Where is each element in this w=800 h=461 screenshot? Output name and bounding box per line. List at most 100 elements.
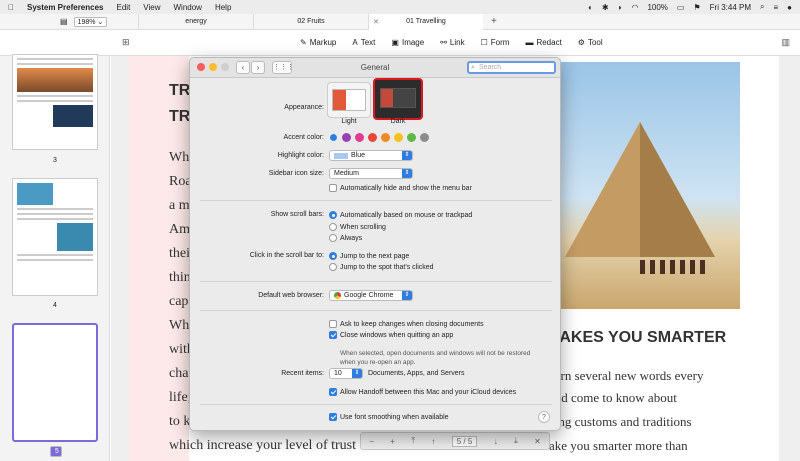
appearance-light-label: Light — [341, 118, 357, 125]
markup-button[interactable]: ✎ Markup — [300, 38, 336, 47]
page-thumbnail[interactable] — [12, 54, 98, 150]
scroll-when-scrolling-option[interactable]: When scrolling — [329, 223, 386, 231]
accent-orange-swatch[interactable] — [381, 133, 390, 142]
scroll-auto-option[interactable]: Automatically based on mouse or trackpad — [329, 211, 472, 219]
menu-view[interactable]: View — [143, 3, 160, 12]
page-separator: / — [463, 436, 466, 446]
jump-spot-radio[interactable] — [329, 263, 337, 271]
default-browser-select[interactable]: Google Chrome ⇕ — [329, 290, 413, 301]
form-button[interactable]: ☐ Form — [481, 38, 510, 47]
handoff-checkbox[interactable] — [329, 388, 337, 396]
ask-keep-changes-checkbox[interactable] — [329, 320, 337, 328]
close-windows-checkbox[interactable] — [329, 331, 337, 339]
markup-label: Markup — [309, 38, 337, 47]
doc-heading: TR — [169, 108, 191, 125]
form-icon: ☐ — [480, 38, 488, 47]
right-panel-icon[interactable]: ▥ — [781, 37, 790, 48]
accent-purple-swatch[interactable] — [342, 133, 351, 142]
zoom-out-icon[interactable]: − — [369, 437, 374, 446]
close-nav-icon[interactable]: ✕ — [534, 437, 541, 446]
divider — [200, 404, 552, 405]
status-icon[interactable]: ◐ — [588, 3, 593, 12]
doc-line: cha — [169, 366, 189, 381]
page-input[interactable]: 5 / 5 — [451, 435, 478, 447]
close-tab-icon[interactable]: ✕ — [373, 18, 379, 26]
thumbnail-sidebar: 3 4 5 — [0, 54, 110, 461]
jump-next-page-radio[interactable] — [329, 252, 337, 260]
tab-fruits[interactable]: 02 Fruits — [253, 13, 368, 30]
flag-icon[interactable]: ⚑ — [693, 3, 700, 12]
menu-bar:  System Preferences Edit View Window He… — [0, 0, 800, 14]
accent-red-swatch[interactable] — [368, 133, 377, 142]
jump-next-page-option[interactable]: Jump to the next page — [329, 252, 409, 260]
doc-line: a m — [169, 198, 190, 213]
scroll-always-option[interactable]: Always — [329, 234, 362, 242]
ask-keep-changes-row[interactable]: Ask to keep changes when closing documen… — [329, 320, 484, 328]
close-windows-row[interactable]: Close windows when quitting an app — [329, 331, 453, 339]
default-browser-label: Default web browser: — [258, 292, 324, 299]
accent-green-swatch[interactable] — [407, 133, 416, 142]
accent-blue-swatch[interactable] — [329, 133, 338, 142]
clock[interactable]: Fri 3:44 PM — [710, 3, 751, 12]
search-spotlight-icon[interactable]: ⌕ — [760, 2, 764, 12]
apple-menu-icon[interactable]:  — [8, 3, 14, 12]
jump-next-page-label: Jump to the next page — [340, 252, 410, 260]
tab-travelling[interactable]: ✕ 01 Travelling — [368, 13, 483, 30]
highlight-color-select[interactable]: Blue ⇕ — [329, 150, 413, 161]
menu-app-name[interactable]: System Preferences — [27, 3, 104, 12]
chevron-updown-icon: ⇕ — [402, 169, 412, 178]
accent-pink-swatch[interactable] — [355, 133, 364, 142]
battery-percent[interactable]: 100% — [647, 3, 667, 12]
text-button[interactable]: A Text — [352, 38, 375, 47]
scroll-auto-radio[interactable] — [329, 211, 337, 219]
sidebar-toggle-icon[interactable]: ▤ — [60, 17, 68, 26]
scroll-always-radio[interactable] — [329, 234, 337, 242]
menu-help[interactable]: Help — [215, 3, 231, 12]
help-button[interactable]: ? — [538, 411, 550, 423]
page-thumbnail-selected[interactable] — [12, 323, 98, 442]
prev-page-icon[interactable]: ↑ — [431, 437, 435, 446]
dnd-icon[interactable]: ◗ — [618, 3, 623, 12]
redact-button[interactable]: ▬ Redact — [525, 38, 561, 47]
zoom-in-icon[interactable]: + — [390, 437, 395, 446]
accent-color-label: Accent color: — [283, 134, 324, 141]
link-button[interactable]: ⚯ Link — [440, 38, 464, 47]
wifi-icon[interactable]: ◠ — [631, 3, 638, 12]
appearance-light-option[interactable] — [327, 82, 371, 118]
handoff-row[interactable]: Allow Handoff between this Mac and your … — [329, 388, 516, 396]
autohide-menubar-row[interactable]: Automatically hide and show the menu bar — [329, 184, 472, 192]
autohide-checkbox[interactable] — [329, 184, 337, 192]
bluetooth-icon[interactable]: ✱ — [602, 3, 609, 12]
accent-yellow-swatch[interactable] — [394, 133, 403, 142]
ask-keep-changes-label: Ask to keep changes when closing documen… — [340, 320, 484, 328]
last-page-icon[interactable]: ⤓ — [514, 436, 518, 446]
redact-label: Redact — [536, 38, 562, 47]
search-field[interactable]: ⌕ Search — [467, 61, 556, 74]
menu-window[interactable]: Window — [174, 3, 202, 12]
menu-edit[interactable]: Edit — [117, 3, 131, 12]
image-button[interactable]: ▣ Image — [391, 38, 424, 47]
tab-energy[interactable]: energy — [138, 13, 253, 30]
grid-view-icon[interactable]: ⊞ — [122, 37, 130, 48]
accent-graphite-swatch[interactable] — [420, 133, 429, 142]
siri-icon[interactable]: ● — [787, 3, 792, 12]
chevron-updown-icon: ⇕ — [402, 291, 412, 300]
scroll-when-scrolling-radio[interactable] — [329, 223, 337, 231]
appearance-dark-option[interactable] — [373, 78, 423, 120]
close-windows-label: Close windows when quitting an app — [340, 331, 454, 339]
first-page-icon[interactable]: ⤒ — [411, 436, 415, 446]
recent-items-select[interactable]: 10 ⇕ — [329, 368, 363, 379]
sidebar-icon-size-select[interactable]: Medium ⇕ — [329, 168, 413, 179]
jump-spot-option[interactable]: Jump to the spot that's clicked — [329, 263, 434, 271]
zoom-select[interactable]: 198% ⌄ — [73, 16, 108, 27]
tool-button[interactable]: ⚙ Tool — [578, 38, 603, 47]
page-thumbnail[interactable] — [12, 178, 98, 296]
font-smoothing-row[interactable]: Use font smoothing when available — [329, 413, 449, 421]
control-center-icon[interactable]: ≡ — [773, 3, 778, 12]
next-page-icon[interactable]: ↓ — [494, 437, 498, 446]
add-tab-button[interactable]: + — [491, 16, 497, 27]
battery-icon[interactable]: ▭ — [677, 3, 685, 12]
pyramid-shadow — [640, 122, 715, 257]
doc-line: thei — [169, 246, 190, 261]
font-smoothing-checkbox[interactable] — [329, 413, 337, 421]
